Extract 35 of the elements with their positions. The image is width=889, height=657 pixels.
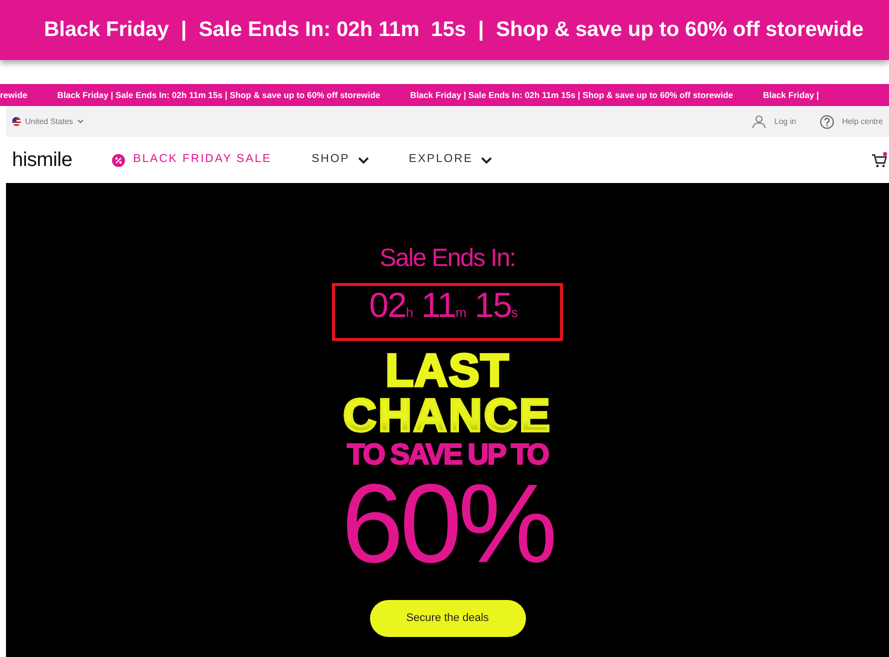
banner-text: | — [180, 17, 187, 44]
ticker-text: Black Friday | Sale Ends In: 02h 11m 15s | Shop & save up to 60% off storewide — [410, 88, 734, 102]
countdown-number: 15 — [474, 288, 512, 322]
chevron-down-icon — [358, 156, 369, 164]
cta-button[interactable]: Secure the deals — [370, 600, 526, 637]
cart-icon[interactable] — [871, 152, 887, 168]
ticker-text: Black Friday | Sale Ends In: 02h 11m 15s | Shop & save up to 60% off storewide — [57, 88, 380, 102]
nav-menu-item[interactable]: EXPLORE — [408, 151, 473, 169]
nav-link[interactable]: Log in — [774, 116, 796, 128]
banner-text: | — [478, 17, 484, 44]
nav-link[interactable]: Help centre — [842, 116, 883, 128]
user-icon — [752, 114, 766, 128]
nav-menu-item[interactable]: SHOP — [312, 151, 350, 169]
countdown-unit: h — [406, 304, 414, 322]
countdown-number: 02 — [369, 288, 406, 322]
headline: LAST — [385, 350, 510, 390]
chevron-down-icon — [77, 119, 84, 124]
banner-text: Black Friday — [44, 17, 169, 44]
countdown-unit: s — [511, 304, 518, 322]
countdown-unit: m — [456, 304, 466, 322]
subheadline: TO SAVE UP TO — [347, 440, 548, 472]
country-selector[interactable]: United States — [25, 116, 84, 128]
sale-tag-icon — [112, 154, 126, 166]
chevron-down-icon — [480, 156, 492, 164]
banner-text: Shop & save up to 60% off storewide — [496, 17, 864, 44]
nav-menu-item[interactable]: BLACK FRIDAY SALE — [133, 151, 272, 169]
ticker-text: Black Friday | — [763, 88, 819, 102]
logo: hismile — [12, 148, 72, 173]
countdown-heading: Sale Ends In: — [380, 245, 516, 272]
discount-figure: 60% — [341, 471, 554, 578]
help-icon — [820, 114, 834, 128]
flag-icon — [12, 117, 21, 126]
countdown-number: 11 — [421, 288, 456, 322]
banner-text: Sale Ends In: 02h 11m 15s — [198, 17, 466, 44]
ticker-text: rewide — [0, 88, 28, 102]
